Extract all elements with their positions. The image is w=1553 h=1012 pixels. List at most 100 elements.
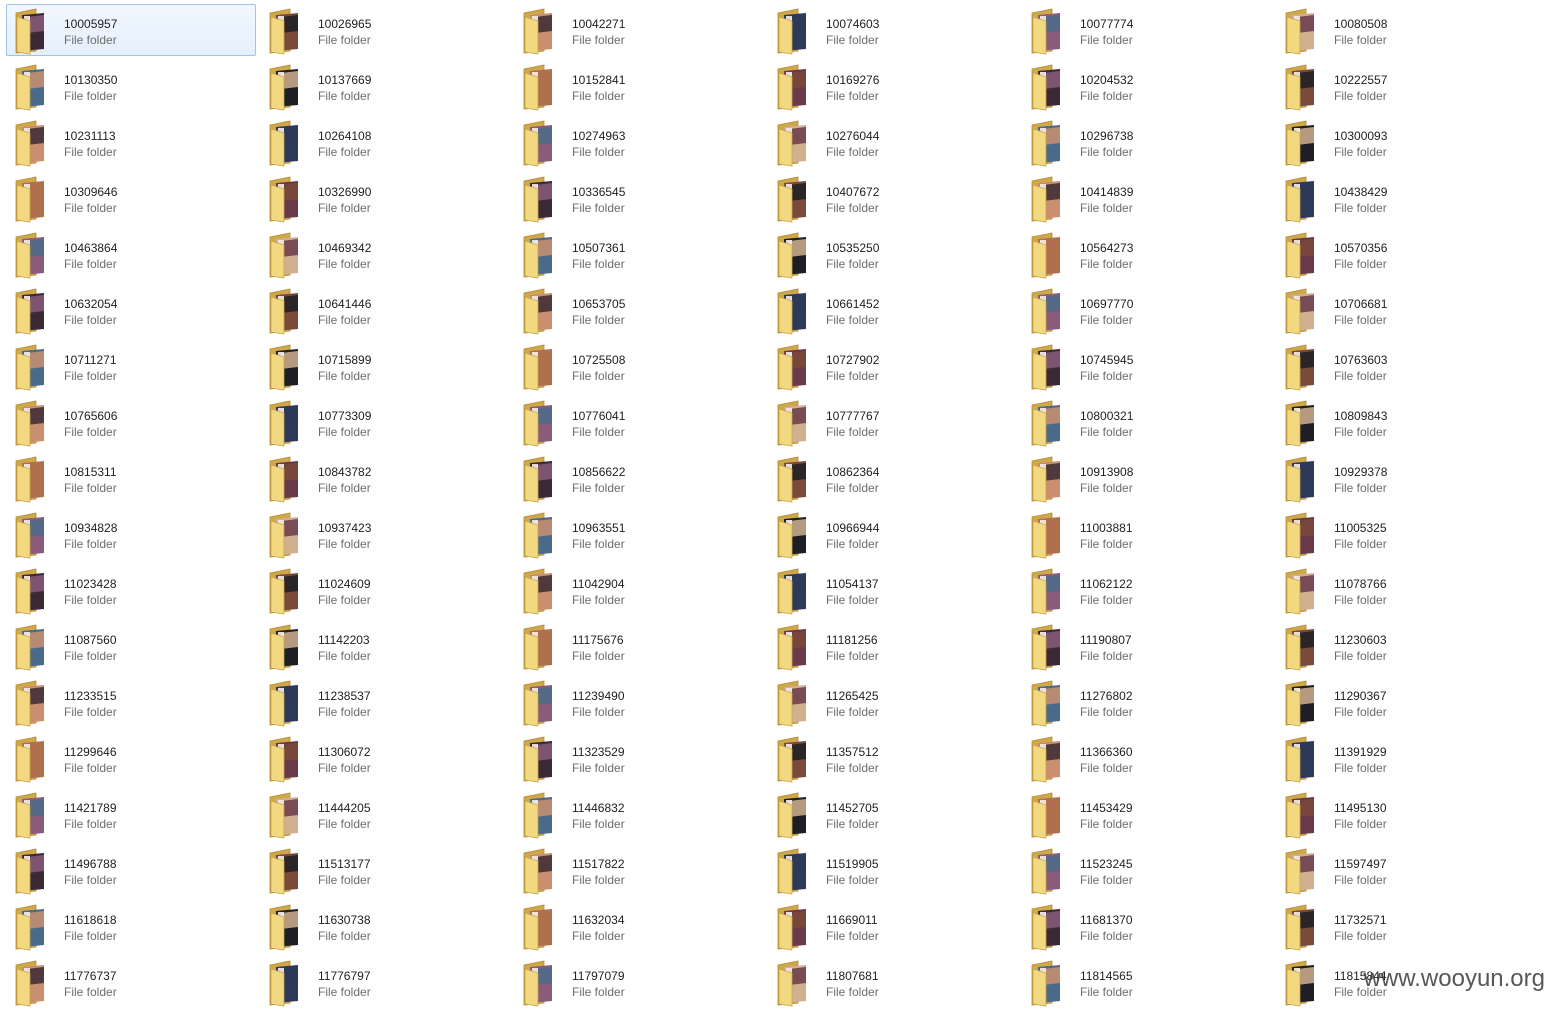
folder-item[interactable]: 10913908 File folder <box>1022 452 1272 504</box>
folder-item[interactable]: 11452705 File folder <box>768 788 1018 840</box>
folder-item[interactable]: 11519905 File folder <box>768 844 1018 896</box>
folder-item[interactable]: 10715899 File folder <box>260 340 510 392</box>
folder-item[interactable]: 11299646 File folder <box>6 732 256 784</box>
folder-item[interactable]: 10934828 File folder <box>6 508 256 560</box>
folder-item[interactable]: 11444205 File folder <box>260 788 510 840</box>
folder-item[interactable]: 10641446 File folder <box>260 284 510 336</box>
folder-item[interactable]: 11230603 File folder <box>1276 620 1526 672</box>
folder-item[interactable]: 11290367 File folder <box>1276 676 1526 728</box>
folder-item[interactable]: 11797079 File folder <box>514 956 764 1008</box>
folder-item[interactable]: 10697770 File folder <box>1022 284 1272 336</box>
folder-item[interactable]: 11814565 File folder <box>1022 956 1272 1008</box>
folder-item[interactable]: 10856622 File folder <box>514 452 764 504</box>
folder-item[interactable]: 10564273 File folder <box>1022 228 1272 280</box>
folder-item[interactable]: 11239490 File folder <box>514 676 764 728</box>
folder-item[interactable]: 10137669 File folder <box>260 60 510 112</box>
folder-item[interactable]: 10463864 File folder <box>6 228 256 280</box>
folder-item[interactable]: 11003881 File folder <box>1022 508 1272 560</box>
folder-item[interactable]: 11323529 File folder <box>514 732 764 784</box>
folder-item[interactable]: 10042271 File folder <box>514 4 764 56</box>
folder-item[interactable]: 10407672 File folder <box>768 172 1018 224</box>
folder-item[interactable]: 10809843 File folder <box>1276 396 1526 448</box>
folder-item[interactable]: 10414839 File folder <box>1022 172 1272 224</box>
folder-item[interactable]: 10776041 File folder <box>514 396 764 448</box>
folder-item[interactable]: 11807681 File folder <box>768 956 1018 1008</box>
folder-item[interactable]: 10300093 File folder <box>1276 116 1526 168</box>
folder-item[interactable]: 10725508 File folder <box>514 340 764 392</box>
folder-item[interactable]: 10727902 File folder <box>768 340 1018 392</box>
folder-item[interactable]: 10005957 File folder <box>6 4 256 56</box>
folder-item[interactable]: 11523245 File folder <box>1022 844 1272 896</box>
folder-item[interactable]: 11005325 File folder <box>1276 508 1526 560</box>
folder-item[interactable]: 11238537 File folder <box>260 676 510 728</box>
folder-item[interactable]: 11618618 File folder <box>6 900 256 952</box>
folder-item[interactable]: 10535250 File folder <box>768 228 1018 280</box>
folder-item[interactable]: 10231113 File folder <box>6 116 256 168</box>
folder-item[interactable]: 11023428 File folder <box>6 564 256 616</box>
folder-item[interactable]: 11597497 File folder <box>1276 844 1526 896</box>
folder-item[interactable]: 11495130 File folder <box>1276 788 1526 840</box>
folder-item[interactable]: 10026965 File folder <box>260 4 510 56</box>
folder-item[interactable]: 10632054 File folder <box>6 284 256 336</box>
folder-item[interactable]: 10763603 File folder <box>1276 340 1526 392</box>
folder-item[interactable]: 10966944 File folder <box>768 508 1018 560</box>
folder-item[interactable]: 11087560 File folder <box>6 620 256 672</box>
folder-item[interactable]: 11453429 File folder <box>1022 788 1272 840</box>
folder-item[interactable]: 11078766 File folder <box>1276 564 1526 616</box>
folder-item[interactable]: 11265425 File folder <box>768 676 1018 728</box>
folder-item[interactable]: 10438429 File folder <box>1276 172 1526 224</box>
folder-item[interactable]: 11190807 File folder <box>1022 620 1272 672</box>
folder-item[interactable]: 10169276 File folder <box>768 60 1018 112</box>
folder-item[interactable]: 11024609 File folder <box>260 564 510 616</box>
folder-item[interactable]: 11062122 File folder <box>1022 564 1272 616</box>
folder-item[interactable]: 10765606 File folder <box>6 396 256 448</box>
folder-item[interactable]: 11681370 File folder <box>1022 900 1272 952</box>
folder-item[interactable]: 10862364 File folder <box>768 452 1018 504</box>
folder-item[interactable]: 10507361 File folder <box>514 228 764 280</box>
folder-item[interactable]: 10777767 File folder <box>768 396 1018 448</box>
folder-item[interactable]: 11630738 File folder <box>260 900 510 952</box>
folder-item[interactable]: 10653705 File folder <box>514 284 764 336</box>
folder-item[interactable]: 11306072 File folder <box>260 732 510 784</box>
folder-item[interactable]: 11446832 File folder <box>514 788 764 840</box>
folder-item[interactable]: 11776737 File folder <box>6 956 256 1008</box>
folder-item[interactable]: 10711271 File folder <box>6 340 256 392</box>
folder-item[interactable]: 10264108 File folder <box>260 116 510 168</box>
folder-item[interactable]: 11732571 File folder <box>1276 900 1526 952</box>
folder-item[interactable]: 10296738 File folder <box>1022 116 1272 168</box>
folder-item[interactable]: 11517822 File folder <box>514 844 764 896</box>
folder-item[interactable]: 10570356 File folder <box>1276 228 1526 280</box>
folder-item[interactable]: 10773309 File folder <box>260 396 510 448</box>
folder-item[interactable]: 10152841 File folder <box>514 60 764 112</box>
folder-item[interactable]: 10661452 File folder <box>768 284 1018 336</box>
folder-item[interactable]: 11233515 File folder <box>6 676 256 728</box>
folder-item[interactable]: 11366360 File folder <box>1022 732 1272 784</box>
folder-item[interactable]: 10706681 File folder <box>1276 284 1526 336</box>
folder-item[interactable]: 10080508 File folder <box>1276 4 1526 56</box>
folder-item[interactable]: 10274963 File folder <box>514 116 764 168</box>
folder-item[interactable]: 11054137 File folder <box>768 564 1018 616</box>
folder-item[interactable]: 10929378 File folder <box>1276 452 1526 504</box>
folder-item[interactable]: 11632034 File folder <box>514 900 764 952</box>
folder-item[interactable]: 10815311 File folder <box>6 452 256 504</box>
folder-item[interactable]: 10309646 File folder <box>6 172 256 224</box>
folder-item[interactable]: 11496788 File folder <box>6 844 256 896</box>
folder-item[interactable]: 11357512 File folder <box>768 732 1018 784</box>
folder-item[interactable]: 11142203 File folder <box>260 620 510 672</box>
folder-item[interactable]: 10336545 File folder <box>514 172 764 224</box>
folder-item[interactable]: 10843782 File folder <box>260 452 510 504</box>
folder-item[interactable]: 11391929 File folder <box>1276 732 1526 784</box>
folder-item[interactable]: 10077774 File folder <box>1022 4 1272 56</box>
folder-item[interactable]: 10469342 File folder <box>260 228 510 280</box>
folder-item[interactable]: 10745945 File folder <box>1022 340 1272 392</box>
folder-item[interactable]: 10963551 File folder <box>514 508 764 560</box>
folder-item[interactable]: 11276802 File folder <box>1022 676 1272 728</box>
folder-item[interactable]: 10276044 File folder <box>768 116 1018 168</box>
folder-item[interactable]: 11669011 File folder <box>768 900 1018 952</box>
folder-item[interactable]: 11042904 File folder <box>514 564 764 616</box>
folder-item[interactable]: 10937423 File folder <box>260 508 510 560</box>
folder-item[interactable]: 10204532 File folder <box>1022 60 1272 112</box>
folder-item[interactable]: 11421789 File folder <box>6 788 256 840</box>
folder-item[interactable]: 10130350 File folder <box>6 60 256 112</box>
folder-item[interactable]: 11513177 File folder <box>260 844 510 896</box>
